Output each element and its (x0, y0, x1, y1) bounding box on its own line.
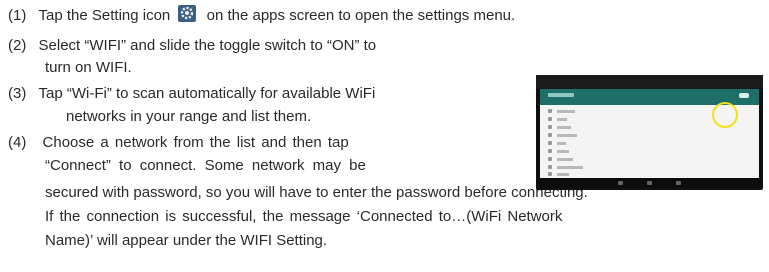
step-4-line-1: (4) Choose a network from the list and t… (8, 132, 349, 154)
wifi-signal-icon (548, 149, 552, 153)
list-item (540, 164, 759, 170)
step-2-text: Select “WIFI” and slide the toggle switc… (38, 37, 377, 54)
wifi-settings-screenshot (536, 75, 763, 190)
back-icon (618, 181, 623, 185)
step-4-line-3: secured with password, so you will have … (45, 184, 588, 201)
step-1-text-after-icon: on the apps screen to open the settings … (206, 7, 516, 24)
settings-gear-icon (178, 5, 197, 22)
recent-apps-icon (676, 181, 681, 185)
step-1: (1) Tap the Setting icon on the apps scr… (8, 5, 515, 27)
wifi-signal-icon (548, 133, 552, 137)
wifi-signal-icon (548, 117, 552, 121)
step-1-text-before-icon: Tap the Setting icon (38, 7, 171, 24)
step-number: (4) (8, 134, 27, 151)
home-icon (647, 181, 652, 185)
wifi-signal-icon (548, 141, 552, 145)
step-4-line-2: “Connect” to connect. Some network may b… (45, 157, 366, 174)
toggle-switch-icon (739, 93, 749, 98)
list-item (540, 132, 759, 138)
wifi-signal-icon (548, 172, 552, 176)
step-2-line-1: (2) Select “WIFI” and slide the toggle s… (8, 35, 376, 57)
list-item (540, 148, 759, 154)
header-title (548, 93, 574, 97)
step-number: (3) (8, 85, 27, 102)
highlight-circle (712, 102, 738, 128)
list-item (540, 156, 759, 162)
list-item (540, 140, 759, 146)
step-3-line-2: networks in your range and list them. (66, 108, 312, 125)
step-number: (2) (8, 37, 27, 54)
step-number: (1) (8, 7, 27, 24)
step-4-line-5: Name)’ will appear under the WIFI Settin… (45, 232, 328, 249)
step-3-text: Tap “Wi-Fi” to scan automatically for av… (38, 85, 376, 102)
wifi-signal-icon (548, 165, 552, 169)
step-4-text: Choose a network from the list and then … (42, 134, 349, 151)
step-2-line-2: turn on WIFI. (45, 59, 132, 76)
wifi-signal-icon (548, 109, 552, 113)
wifi-signal-icon (548, 157, 552, 161)
step-4-line-4: If the connection is successful, the mes… (45, 208, 563, 225)
step-3-line-1: (3) Tap “Wi-Fi” to scan automatically fo… (8, 83, 375, 105)
list-item (540, 171, 759, 177)
navigation-bar (540, 178, 759, 188)
status-bar (536, 75, 763, 89)
wifi-signal-icon (548, 125, 552, 129)
